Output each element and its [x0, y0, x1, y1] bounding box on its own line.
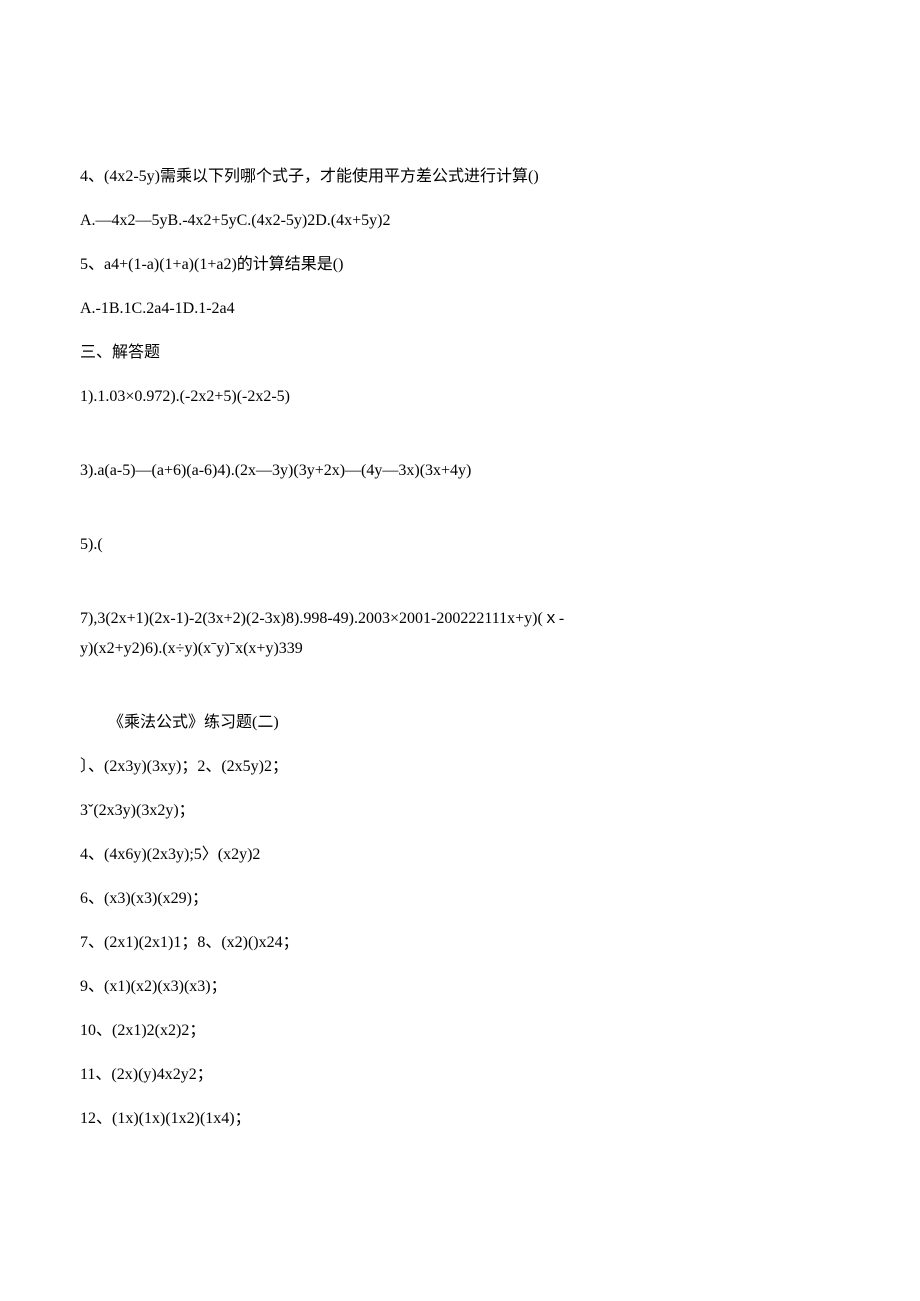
text-line: 3ˇ(2x3y)(3x2y)；	[80, 799, 840, 823]
text-line: 4、(4x2-5y)需乘以下列哪个式子，才能使用平方差公式进行计算()	[80, 165, 840, 189]
text-line: 11、(2x)(y)4x2y2；	[80, 1063, 840, 1087]
text-line: A.—4x2—5yB.-4x2+5yC.(4x2-5y)2D.(4x+5y)2	[80, 209, 840, 233]
text-line: 〕、(2x3y)(3xy)；2、(2x5y)2；	[80, 755, 840, 779]
text-line: 10、(2x1)2(x2)2；	[80, 1019, 840, 1043]
text-line: 1).1.03×0.972).(-2x2+5)(-2x2-5)	[80, 385, 840, 409]
text-line: 5、a4+(1-a)(1+a)(1+a2)的计算结果是()	[80, 253, 840, 277]
text-line: 《乘法公式》练习题(二)	[80, 711, 840, 735]
text-line: A.-1B.1C.2a4-1D.1-2a4	[80, 297, 840, 321]
text-line: 5).(	[80, 533, 840, 557]
text-line: 三、解答题	[80, 341, 840, 365]
text-line: 12、(1x)(1x)(1x2)(1x4)；	[80, 1107, 840, 1131]
text-line: y)(x2+y2)6).(x÷y)(xˉy)ˉx(x+y)339	[80, 637, 840, 661]
text-line: 9、(x1)(x2)(x3)(x3)；	[80, 975, 840, 999]
text-line: 7),3(2x+1)(2x-1)-2(3x+2)(2-3x)8).998-49)…	[80, 607, 840, 631]
text-line: 7、(2x1)(2x1)1；8、(x2)()x24；	[80, 931, 840, 955]
text-line: 6、(x3)(x3)(x29)；	[80, 887, 840, 911]
document-content: 4、(4x2-5y)需乘以下列哪个式子，才能使用平方差公式进行计算() A.—4x…	[80, 165, 840, 1131]
text-line: 3).a(a-5)—(a+6)(a-6)4).(2x—3y)(3y+2x)—(4…	[80, 459, 840, 483]
text-line: 4、(4x6y)(2x3y);5〉(x2y)2	[80, 843, 840, 867]
